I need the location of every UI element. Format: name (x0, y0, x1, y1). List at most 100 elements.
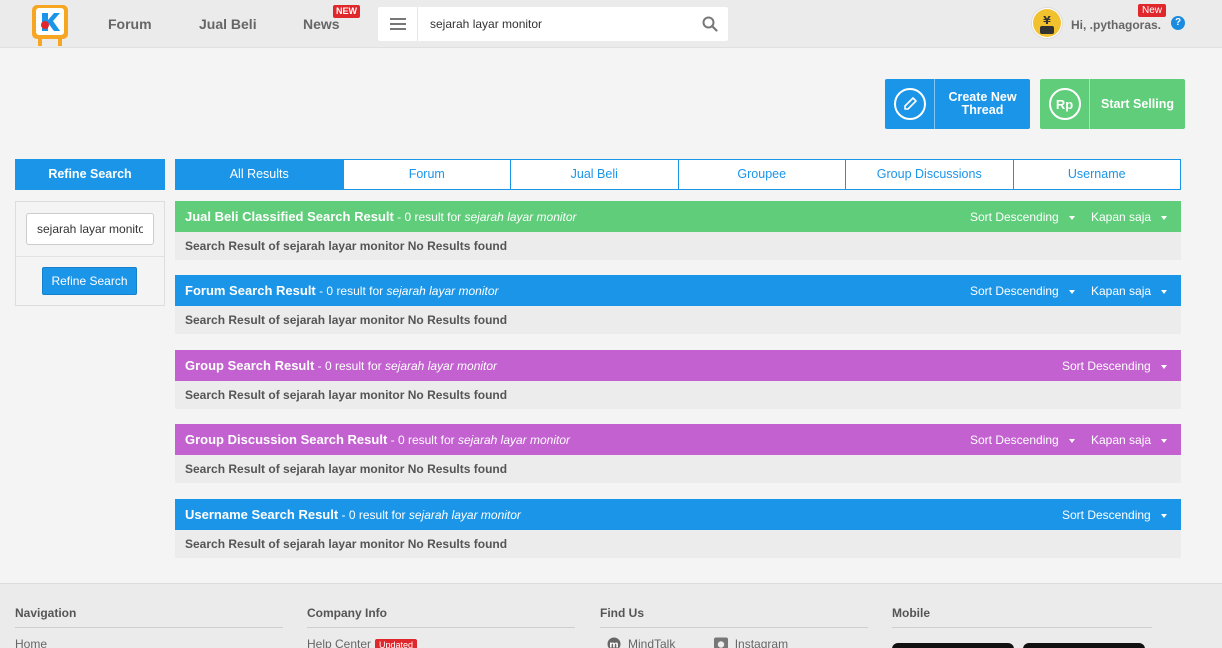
instagram-link[interactable]: Instagram (707, 637, 788, 648)
search-query: sejarah layar monitor (386, 284, 499, 298)
hamburger-menu-button[interactable] (378, 7, 418, 41)
sort-label: Sort Descending (1062, 359, 1151, 373)
footer-heading: Mobile (892, 606, 1152, 628)
svg-text:¥: ¥ (1043, 14, 1051, 27)
refine-search-input[interactable] (26, 213, 154, 245)
section-title: Username Search Result - 0 result for se… (185, 507, 521, 522)
section-header: Forum Search Result - 0 result for sejar… (175, 275, 1181, 306)
tab-groupee[interactable]: Groupee (677, 160, 846, 189)
user-new-badge: New (1138, 4, 1167, 17)
search-bar (378, 7, 728, 41)
create-new-thread-label: Create New Thread (948, 90, 1017, 117)
caret-down-icon (1161, 438, 1168, 443)
group-discussion-result-section: Group Discussion Search Result - 0 resul… (175, 424, 1181, 483)
footer-heading: Navigation (15, 606, 283, 628)
username-result-section: Username Search Result - 0 result for se… (175, 499, 1181, 558)
nav-news-link[interactable]: News (303, 16, 340, 32)
search-input[interactable] (422, 7, 684, 41)
result-count: - 0 result for (315, 284, 387, 298)
footer-navigation: Navigation Home (15, 606, 283, 648)
time-label: Kapan saja (1091, 433, 1152, 447)
search-icon[interactable] (702, 16, 718, 32)
search-query: sejarah layar monitor (464, 210, 577, 224)
result-tabs: All Results Forum Jual Beli Groupee Grou… (175, 159, 1181, 190)
caret-down-icon (1161, 215, 1168, 220)
kaskus-logo-icon[interactable] (29, 3, 71, 47)
tab-username[interactable]: Username (1012, 160, 1181, 189)
footer-help-center-link[interactable]: Help Center (307, 637, 371, 648)
sort-label: Sort Descending (970, 284, 1059, 298)
footer-company-info: Company Info Help Center Updated (307, 606, 575, 648)
result-count: - 0 result for (314, 359, 385, 373)
search-query: sejarah layar monitor (385, 359, 498, 373)
nav-jual-beli-link[interactable]: Jual Beli (199, 16, 257, 32)
mindtalk-icon: m (607, 637, 621, 648)
section-title: Group Discussion Search Result - 0 resul… (185, 432, 570, 447)
section-title-text: Forum Search Result (185, 283, 316, 298)
time-dropdown[interactable]: Kapan saja (1091, 284, 1168, 298)
caret-down-icon (1160, 364, 1167, 369)
section-header: Jual Beli Classified Search Result - 0 r… (175, 201, 1181, 232)
time-dropdown[interactable]: Kapan saja (1091, 210, 1168, 224)
sort-label: Sort Descending (970, 210, 1059, 224)
search-query: sejarah layar monitor (408, 508, 521, 522)
user-greeting[interactable]: Hi, .pythagoras. (1071, 18, 1161, 32)
sort-dropdown[interactable]: Sort Descending (970, 284, 1075, 298)
tab-forum[interactable]: Forum (342, 160, 511, 189)
section-title-text: Group Search Result (185, 358, 315, 373)
rupiah-icon: Rp (1048, 88, 1081, 120)
create-new-thread-button[interactable]: Create New Thread (885, 79, 1030, 129)
sort-dropdown[interactable]: Sort Descending (1062, 359, 1167, 373)
section-title-text: Group Discussion Search Result (185, 432, 388, 447)
footer-heading: Find Us (600, 606, 868, 628)
caret-down-icon (1161, 289, 1168, 294)
group-result-section: Group Search Result - 0 result for sejar… (175, 350, 1181, 409)
tab-jual-beli[interactable]: Jual Beli (510, 160, 678, 189)
section-body: Search Result of sejarah layar monitor N… (175, 381, 1181, 409)
section-title-text: Username Search Result (185, 507, 339, 522)
section-title: Forum Search Result - 0 result for sejar… (185, 283, 499, 298)
section-header: Username Search Result - 0 result for se… (175, 499, 1181, 530)
updated-badge: Updated (375, 638, 418, 648)
sort-dropdown[interactable]: Sort Descending (970, 433, 1075, 447)
footer-heading: Company Info (307, 606, 575, 628)
pencil-icon (893, 88, 926, 120)
search-query: sejarah layar monitor (457, 433, 571, 447)
refine-divider (16, 256, 164, 257)
refine-search-button[interactable]: Refine Search (42, 267, 137, 295)
footer-home-link[interactable]: Home (15, 637, 47, 648)
help-icon[interactable]: ? (1171, 16, 1185, 30)
section-body: Search Result of sejarah layar monitor N… (175, 455, 1181, 483)
section-body: Search Result of sejarah layar monitor N… (175, 530, 1181, 558)
sort-label: Sort Descending (1062, 508, 1151, 522)
time-dropdown[interactable]: Kapan saja (1091, 433, 1168, 447)
start-selling-label: Start Selling (1101, 96, 1174, 111)
caret-down-icon (1160, 513, 1167, 518)
sort-label: Sort Descending (970, 433, 1059, 447)
avatar-icon: ¥ (1033, 9, 1061, 37)
sort-dropdown[interactable]: Sort Descending (970, 210, 1075, 224)
tab-group-discussions[interactable]: Group Discussions (845, 160, 1013, 189)
section-body: Search Result of sejarah layar monitor N… (175, 306, 1181, 334)
instagram-label: Instagram (734, 637, 789, 648)
google-play-badge[interactable] (1023, 643, 1145, 648)
result-count: - 0 result for (338, 508, 409, 522)
section-title-text: Jual Beli Classified Search Result (185, 209, 394, 224)
section-title: Group Search Result - 0 result for sejar… (185, 358, 497, 373)
start-selling-button[interactable]: Rp Start Selling (1040, 79, 1185, 129)
mindtalk-link[interactable]: m MindTalk (600, 637, 675, 648)
refine-search-header: Refine Search (15, 159, 165, 190)
footer-find-us: Find Us m MindTalk Instagram (600, 606, 868, 648)
tab-all-results[interactable]: All Results (176, 160, 343, 189)
sort-dropdown[interactable]: Sort Descending (1062, 508, 1167, 522)
user-avatar[interactable]: ¥ (1031, 7, 1063, 39)
nav-forum-link[interactable]: Forum (108, 16, 152, 32)
section-header: Group Search Result - 0 result for sejar… (175, 350, 1181, 381)
section-title: Jual Beli Classified Search Result - 0 r… (185, 209, 577, 224)
app-store-badge[interactable] (892, 643, 1014, 648)
top-header: Forum Jual Beli News NEW ¥ Hi, .pythagor… (0, 0, 1222, 48)
instagram-icon (713, 637, 728, 648)
news-new-badge: NEW (333, 5, 360, 18)
time-label: Kapan saja (1091, 284, 1152, 298)
hamburger-icon (389, 18, 406, 30)
